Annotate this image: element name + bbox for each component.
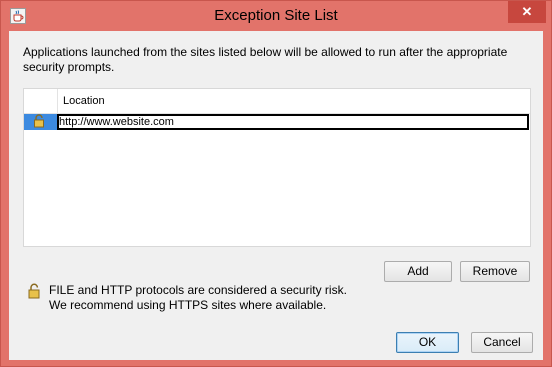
row-icon-cell[interactable]	[24, 114, 57, 130]
add-button[interactable]: Add	[384, 261, 452, 282]
exception-site-list-dialog: Exception Site List ✕ Applications launc…	[0, 0, 552, 367]
close-button[interactable]: ✕	[508, 1, 546, 23]
title-bar[interactable]: Exception Site List ✕	[1, 1, 551, 31]
location-edit-field[interactable]	[57, 114, 529, 130]
site-list-table[interactable]: Location	[23, 88, 531, 247]
table-row[interactable]	[24, 114, 530, 130]
location-column-header[interactable]: Location	[63, 89, 105, 113]
unlocked-padlock-icon	[28, 283, 40, 299]
icon-column-header[interactable]	[24, 89, 58, 113]
description-text: Applications launched from the sites lis…	[23, 45, 508, 74]
dialog-body: Applications launched from the sites lis…	[9, 31, 543, 360]
remove-button[interactable]: Remove	[460, 261, 530, 282]
ok-button[interactable]: OK	[396, 332, 459, 353]
window-title: Exception Site List	[214, 7, 338, 24]
warning-line-1: FILE and HTTP protocols are considered a…	[49, 283, 347, 297]
table-header: Location	[24, 89, 530, 114]
warning-line-2: We recommend using HTTPS sites where ava…	[49, 298, 327, 312]
unlocked-padlock-icon	[34, 114, 44, 128]
security-warning: FILE and HTTP protocols are considered a…	[49, 283, 379, 313]
cancel-button[interactable]: Cancel	[471, 332, 533, 353]
